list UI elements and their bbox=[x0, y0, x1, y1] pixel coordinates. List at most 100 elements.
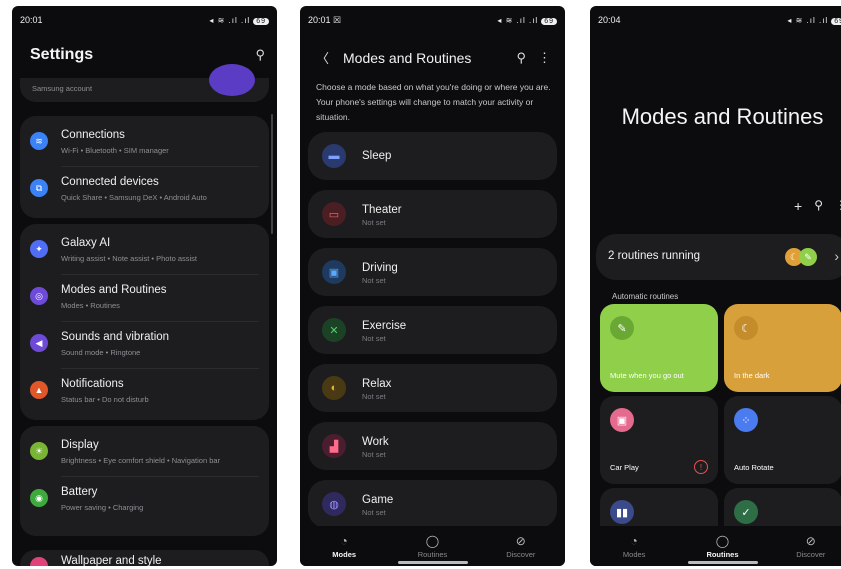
routine-tile-label: Mute when you go out bbox=[610, 371, 684, 380]
mute-icon: ✎ bbox=[610, 316, 634, 340]
settings-item[interactable]: ✦ Galaxy AI Writing assist • Note assist •… bbox=[20, 228, 269, 272]
page-title: Modes and Routines bbox=[343, 49, 472, 66]
more-options-icon[interactable]: ⋮ bbox=[538, 50, 551, 66]
screenshot-icon: ☒ bbox=[333, 14, 342, 25]
mode-item[interactable]: ◐ Relax Not set bbox=[308, 364, 557, 412]
settings-item-subtitle: Wi-Fi • Bluetooth • SIM manager bbox=[61, 146, 169, 155]
mode-title: Sleep bbox=[362, 150, 392, 162]
routines-screen: 20:04 ◂ ≋ .ıl .ıl69 Modes and Routines +… bbox=[590, 6, 841, 566]
more-options-icon[interactable]: ⋮ bbox=[835, 198, 841, 214]
account-label: Samsung account bbox=[32, 84, 93, 93]
sound-icon: ◀ bbox=[30, 334, 48, 352]
page-description: Choose a mode based on what you're doing… bbox=[316, 82, 551, 122]
routines-running-label: 2 routines running bbox=[608, 250, 701, 262]
mode-subtitle: Not set bbox=[362, 392, 386, 401]
tab-routines[interactable]: ◯ Routines bbox=[388, 526, 476, 566]
tab-discover[interactable]: ⊘ Discover bbox=[477, 526, 565, 566]
status-bar: 20:04 ◂ ≋ .ıl .ıl69 bbox=[598, 14, 841, 26]
settings-item[interactable]: ▲ Notifications Status bar • Do not distur… bbox=[20, 369, 269, 413]
check-icon: ✓ bbox=[734, 500, 758, 524]
settings-item[interactable]: ◉ Battery Power saving • Charging bbox=[20, 477, 269, 521]
tab-label: Modes bbox=[622, 549, 646, 559]
tab-label: Discover bbox=[506, 549, 536, 559]
routine-tile-label: Car Play bbox=[610, 463, 639, 472]
grid-icon: ⁘ bbox=[734, 408, 758, 432]
settings-item[interactable]: ◀ Sounds and vibration Sound mode • Ringto… bbox=[20, 322, 269, 366]
mode-item[interactable]: ▟ Work Not set bbox=[308, 422, 557, 470]
mode-title: Exercise bbox=[362, 320, 407, 332]
mode-title: Theater bbox=[362, 204, 402, 216]
settings-item-title: Connected devices bbox=[61, 176, 159, 188]
settings-item[interactable]: ◎ Modes and Routines Modes • Routines bbox=[20, 275, 269, 319]
devices-icon: ⧉ bbox=[30, 179, 48, 197]
mode-item[interactable]: ▬ Sleep bbox=[308, 132, 557, 180]
modes-screen: 20:01 ☒ ◂ ≋ .ıl .ıl 69 〈 Modes and Routin… bbox=[300, 6, 565, 566]
settings-item[interactable]: ≋ Connections Wi-Fi • Bluetooth • SIM mana… bbox=[20, 120, 269, 164]
tab-modes[interactable]: ◔ Modes bbox=[300, 526, 388, 566]
routines-running-card[interactable]: 2 routines running ☾ ✎ › bbox=[596, 234, 841, 280]
mode-item[interactable]: ▣ Driving Not set bbox=[308, 248, 557, 296]
settings-item-subtitle: Status bar • Do not disturb bbox=[61, 395, 149, 404]
routine-tile[interactable]: ☾ In the dark bbox=[724, 304, 841, 392]
settings-item-title: Galaxy AI bbox=[61, 237, 111, 249]
warning-icon: ! bbox=[694, 460, 708, 474]
settings-item-title: Notifications bbox=[61, 378, 124, 390]
bed-icon: ▬ bbox=[322, 144, 346, 168]
sun-icon: ☀ bbox=[30, 442, 48, 460]
scrollbar[interactable] bbox=[271, 114, 273, 234]
status-bar: 20:01 ◂ ≋ .ıl .ıl 69 bbox=[20, 14, 269, 26]
tab-discover[interactable]: ⊘ Discover bbox=[767, 526, 841, 566]
settings-item-title: Connections bbox=[61, 129, 125, 141]
search-icon[interactable]: ⚲ bbox=[255, 47, 265, 63]
mode-title: Relax bbox=[362, 378, 392, 390]
mode-title: Game bbox=[362, 494, 394, 506]
routine-tile-label: Auto Rotate bbox=[734, 463, 774, 472]
tab-label: Routines bbox=[417, 549, 448, 559]
tab-modes[interactable]: ◔ Modes bbox=[590, 526, 678, 566]
add-icon[interactable]: + bbox=[794, 198, 802, 214]
mode-item[interactable]: ◍ Game Not set bbox=[308, 480, 557, 528]
settings-item-subtitle: Brightness • Eye comfort shield • Naviga… bbox=[61, 456, 221, 465]
status-bar: 20:01 ☒ ◂ ≋ .ıl .ıl 69 bbox=[308, 14, 557, 26]
back-arrow-icon[interactable]: 〈 bbox=[316, 48, 329, 67]
mode-subtitle: Not set bbox=[362, 334, 386, 343]
settings-item-title: Display bbox=[61, 439, 99, 451]
settings-screen: 20:01 ◂ ≋ .ıl .ıl 69 Settings ⚲ Samsung a… bbox=[12, 6, 277, 566]
mode-item[interactable]: ▭ Theater Not set bbox=[308, 190, 557, 238]
tab-label: Discover bbox=[796, 549, 826, 559]
status-icons: ◂ ≋ .ıl .ıl69 bbox=[787, 16, 841, 25]
search-icon[interactable]: ⚲ bbox=[516, 50, 526, 66]
battery-icon: ◉ bbox=[30, 489, 48, 507]
wallpaper-icon bbox=[30, 557, 48, 566]
wifi-icon: ≋ bbox=[30, 132, 48, 150]
run-icon: ✕ bbox=[322, 318, 346, 342]
status-time: 20:01 bbox=[20, 15, 43, 25]
tab-routines[interactable]: ◯ Routines bbox=[678, 526, 766, 566]
routine-tile[interactable]: ▣ Car Play! bbox=[600, 396, 718, 484]
page-title: Settings bbox=[30, 46, 94, 63]
work-icon: ▟ bbox=[322, 434, 346, 458]
settings-group-partial: Wallpaper and style bbox=[20, 550, 269, 566]
car-icon: ▣ bbox=[322, 260, 346, 284]
settings-item[interactable]: ☀ Display Brightness • Eye comfort shield … bbox=[20, 430, 269, 474]
discover-tab-icon: ⊘ bbox=[515, 533, 526, 548]
settings-item[interactable]: ⧉ Connected devices Quick Share • Samsung … bbox=[20, 167, 269, 211]
samsung-account-card[interactable]: Samsung account bbox=[20, 64, 269, 102]
settings-item-subtitle: Quick Share • Samsung DeX • Android Auto bbox=[61, 193, 207, 202]
chevron-right-icon: › bbox=[834, 248, 839, 264]
search-icon[interactable]: ⚲ bbox=[814, 198, 823, 214]
settings-group: ✦ Galaxy AI Writing assist • Note assist •… bbox=[20, 224, 269, 420]
mode-subtitle: Not set bbox=[362, 218, 386, 227]
status-icons: ◂ ≋ .ıl .ıl69 bbox=[209, 16, 269, 25]
modes-tab-icon: ◔ bbox=[340, 533, 348, 548]
routine-tile[interactable]: ✎ Mute when you go out bbox=[600, 304, 718, 392]
settings-item-wallpaper[interactable]: Wallpaper and style bbox=[20, 550, 269, 566]
page-title: Modes and Routines bbox=[621, 104, 824, 129]
battery-icon: 69 bbox=[541, 17, 557, 25]
status-time: 20:04 bbox=[598, 15, 621, 25]
gesture-bar bbox=[397, 561, 468, 564]
bottom-tab-bar: ◔ Modes ◯ Routines ⊘ Discover bbox=[590, 526, 841, 566]
mode-subtitle: Not set bbox=[362, 450, 386, 459]
mode-item[interactable]: ✕ Exercise Not set bbox=[308, 306, 557, 354]
routine-tile[interactable]: ⁘ Auto Rotate bbox=[724, 396, 841, 484]
